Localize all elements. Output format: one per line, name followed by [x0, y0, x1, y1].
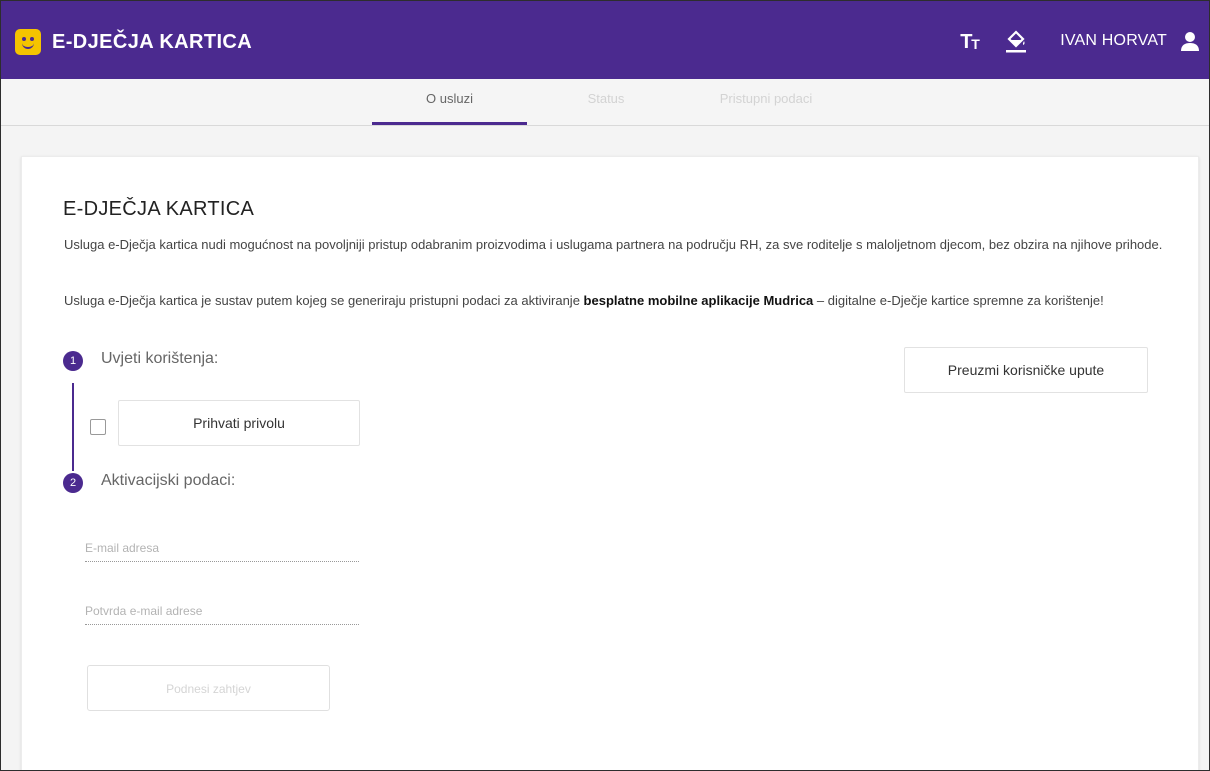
intro-paragraph: Usluga e-Dječja kartica nudi mogućnost n… [64, 237, 1163, 252]
tab-o-usluzi[interactable]: O usluzi [372, 79, 527, 125]
top-bar: E-DJEČJA KARTICA TT IVAN HORVAT [1, 1, 1209, 79]
info-paragraph: Usluga e-Dječja kartica je sustav putem … [64, 290, 1174, 311]
consent-checkbox[interactable] [90, 419, 106, 435]
info-text-start: Usluga e-Dječja kartica je sustav putem … [64, 293, 584, 308]
text-size-icon[interactable]: TT [960, 29, 986, 53]
download-guide-button[interactable]: Preuzmi korisničke upute [904, 347, 1148, 393]
tab-status[interactable]: Status [561, 79, 651, 125]
accept-consent-button[interactable]: Prihvati privolu [118, 400, 360, 446]
user-icon[interactable] [1179, 30, 1201, 52]
email-confirm-field[interactable]: Potvrda e-mail adrese [85, 604, 359, 625]
step-2-badge: 2 [63, 473, 83, 493]
step-1-label: Uvjeti korištenja: [101, 350, 219, 367]
service-card: E-DJEČJA KARTICA Usluga e-Dječja kartica… [21, 156, 1199, 770]
step-1-badge: 1 [63, 351, 83, 371]
tab-pristupni-podaci[interactable]: Pristupni podaci [691, 79, 841, 125]
email-field[interactable]: E-mail adresa [85, 541, 359, 562]
paint-bucket-icon[interactable] [1002, 27, 1030, 55]
page-title: E-DJEČJA KARTICA [63, 198, 255, 220]
user-name[interactable]: IVAN HORVAT [1060, 32, 1167, 50]
info-text-end: – digitalne e-Dječje kartice spremne za … [813, 293, 1104, 308]
smiley-logo-icon [15, 29, 41, 55]
submit-request-button[interactable]: Podnesi zahtjev [87, 665, 330, 711]
step-2-label: Aktivacijski podaci: [101, 472, 236, 489]
tab-bar: O usluzi Status Pristupni podaci [1, 79, 1209, 126]
app-title: E-DJEČJA KARTICA [52, 30, 253, 53]
app-window: E-DJEČJA KARTICA TT IVAN HORVAT O usluzi… [0, 0, 1210, 771]
step-connector [72, 383, 74, 471]
app-name-bold: besplatne mobilne aplikacije Mudrica [583, 293, 814, 308]
brand[interactable]: E-DJEČJA KARTICA [15, 28, 252, 56]
top-actions: TT IVAN HORVAT [960, 25, 1209, 57]
